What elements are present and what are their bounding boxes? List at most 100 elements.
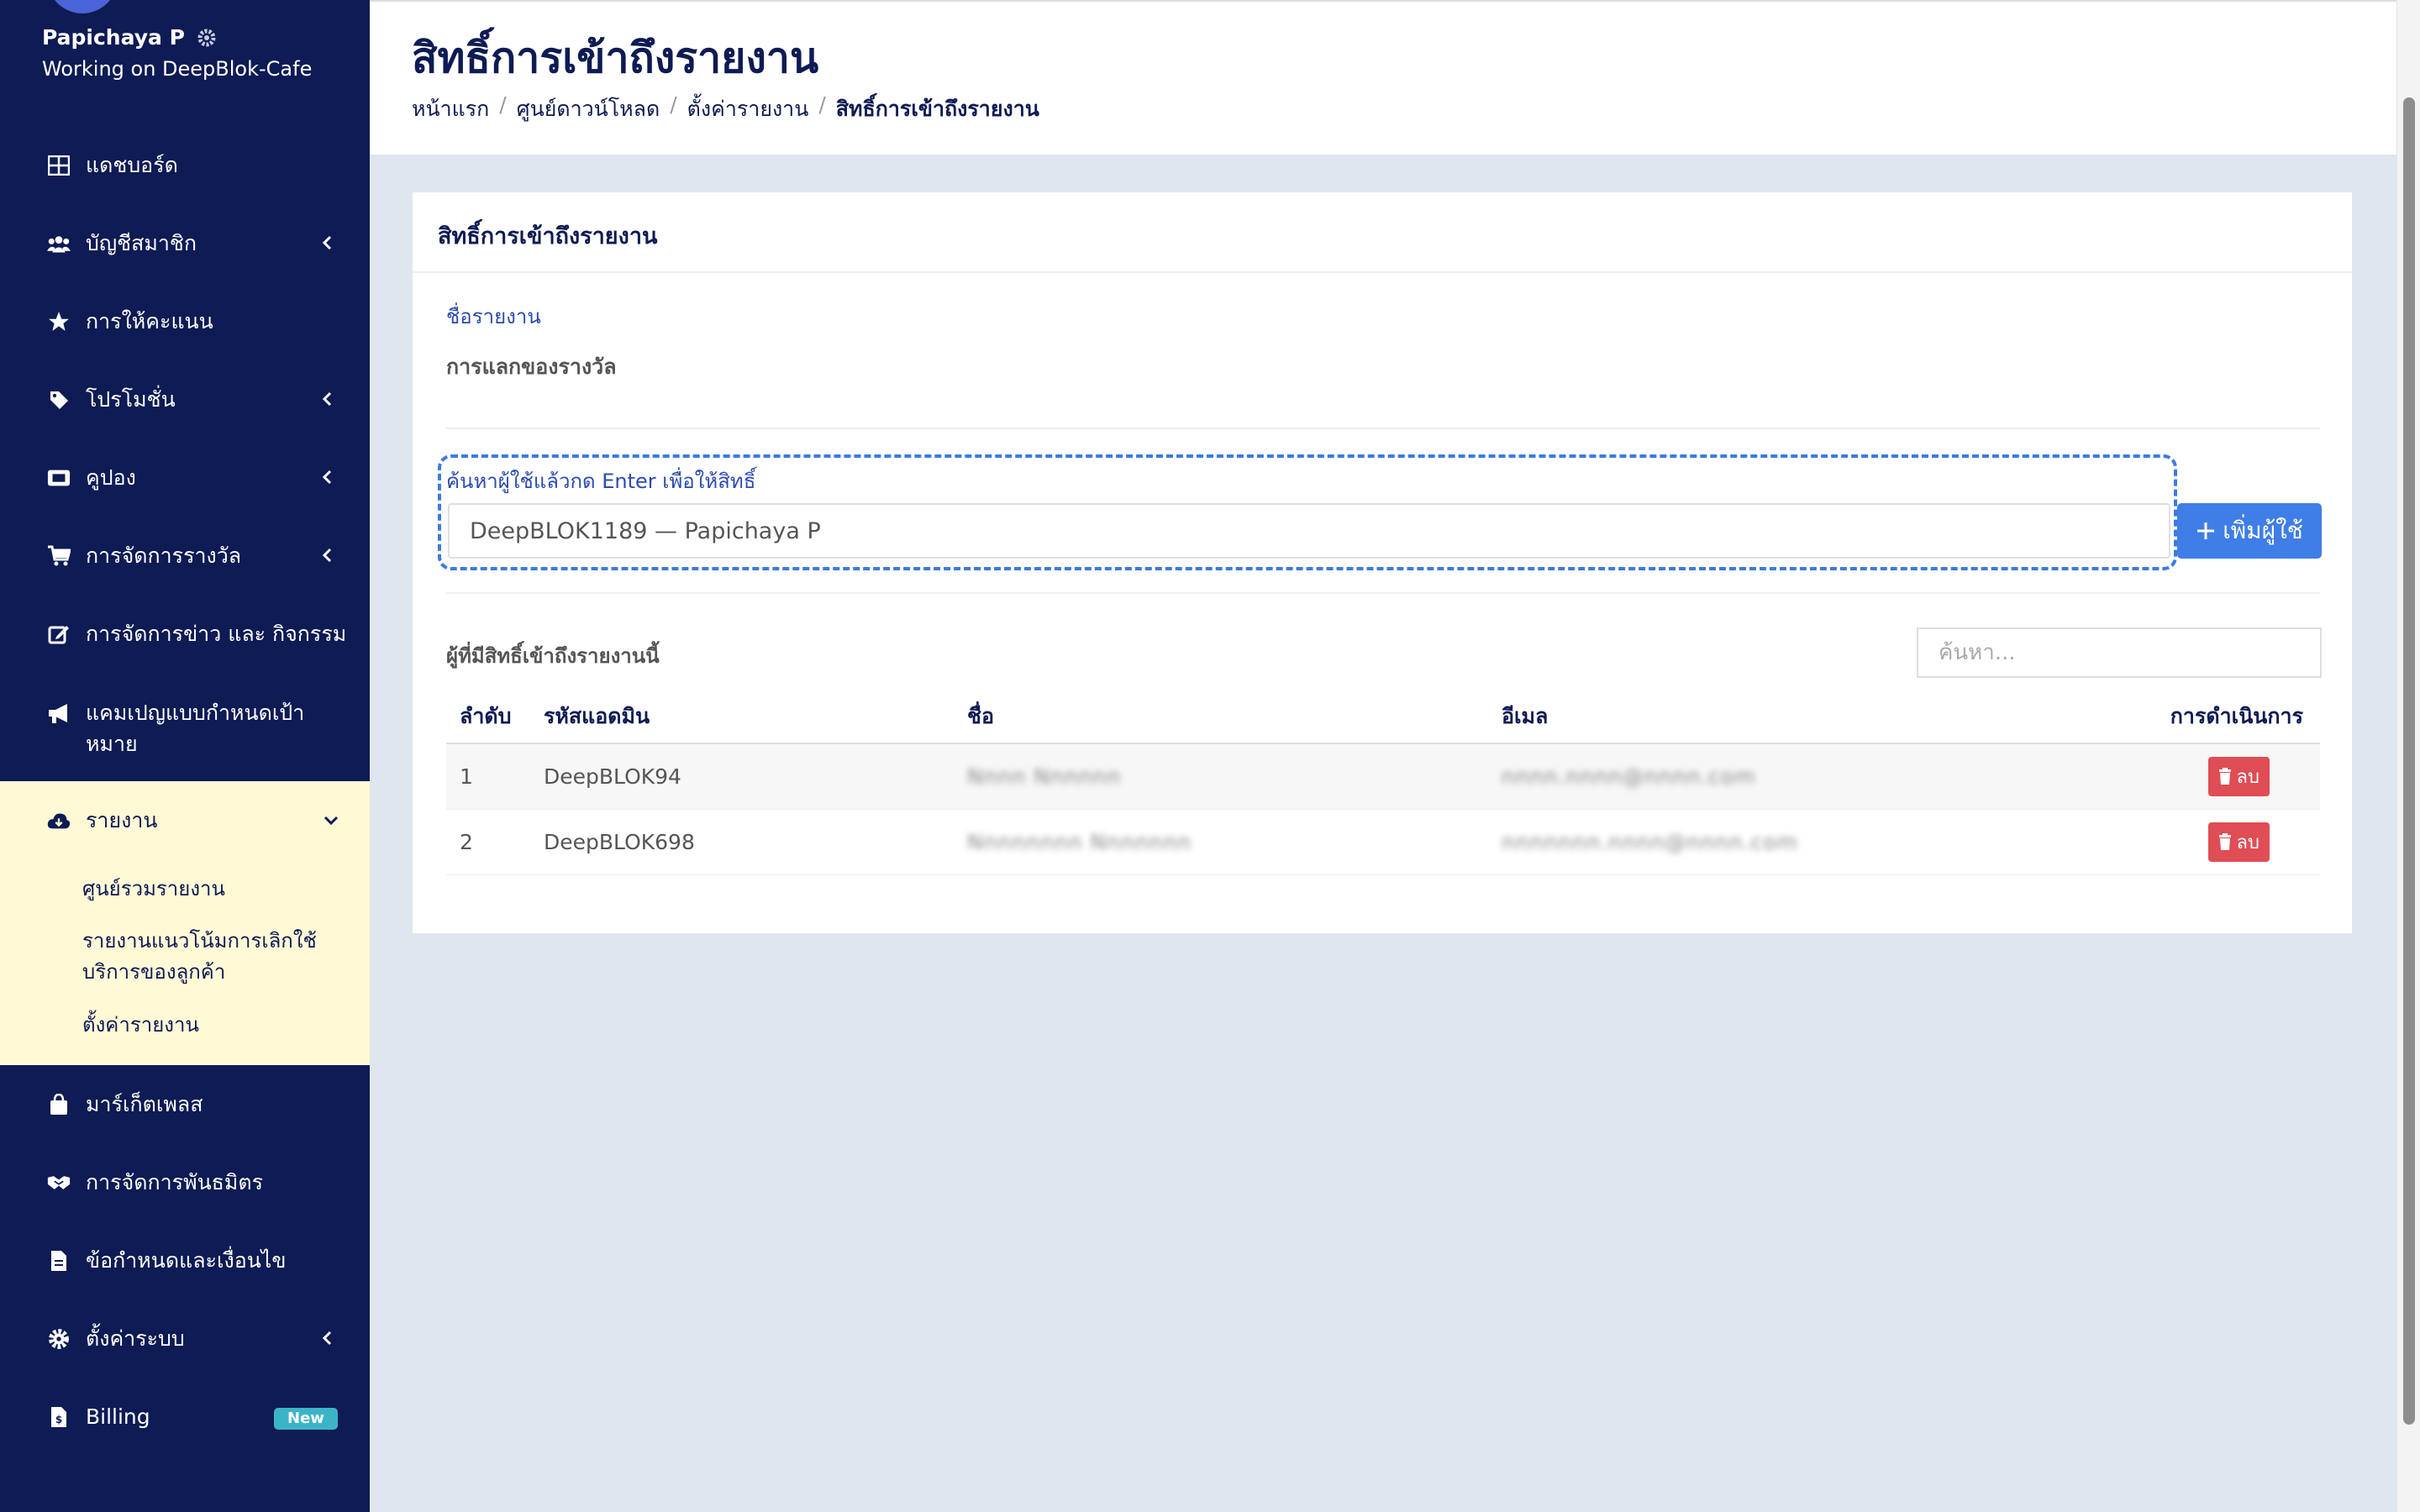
trash-icon <box>2218 833 2231 850</box>
cloud-download-icon <box>47 810 71 832</box>
table-search-input[interactable] <box>1917 627 2322 678</box>
report-name-value: การแลกของรางวัล <box>446 354 617 379</box>
column-header-no[interactable]: ลำดับ <box>446 690 530 744</box>
user-name: Papichaya P <box>42 25 185 50</box>
delete-button[interactable]: ลบ <box>2207 822 2270 862</box>
cell-admin-id: DeepBLOK94 <box>530 743 954 810</box>
add-user-label: เพิ่มผู้ใช้ <box>2223 517 2303 544</box>
svg-text:$: $ <box>55 1414 62 1425</box>
file-icon <box>47 1250 71 1272</box>
cell-email: nnnnnnn.nnnn@nnnn.com <box>1488 809 2026 875</box>
chevron-left-icon <box>322 235 332 250</box>
handshake-icon <box>47 1172 71 1194</box>
sidebar-item-label: การให้คะแนน <box>86 309 213 333</box>
sidebar-item-label: ตั้งค่าระบบ <box>86 1326 185 1351</box>
breadcrumb-download-center[interactable]: ศูนย์ดาวน์โหลด <box>517 92 660 126</box>
cell-actions: ลบ <box>2026 809 2320 875</box>
submenu-item-churn-report[interactable]: รายงานแนวโน้มการเลิกใช้บริการของลูกค้า <box>82 926 334 988</box>
delete-label: ลบ <box>2236 766 2260 788</box>
chevron-left-icon <box>322 470 332 485</box>
bag-icon <box>47 1094 71 1116</box>
chevron-down-icon <box>324 816 339 826</box>
user-name-row: Papichaya P <box>42 25 217 50</box>
report-name-label: ชื่อรายงาน <box>446 305 541 328</box>
scrollbar-thumb[interactable] <box>2403 97 2415 1425</box>
new-badge: New <box>274 1408 338 1430</box>
page-title: สิทธิ์การเข้าถึงรายงาน <box>412 34 819 82</box>
column-header-name[interactable]: ชื่อ <box>954 690 1488 744</box>
add-user-button[interactable]: เพิ่มผู้ใช้ <box>2177 503 2322 559</box>
trash-icon <box>2218 768 2231 785</box>
report-access-card: สิทธิ์การเข้าถึงรายงาน ชื่อรายงาน การแลก… <box>412 192 2353 934</box>
blurred-email: nnnn.nnnn@nnnn.com <box>1502 764 1756 789</box>
sidebar-item-label: บัญชีสมาชิก <box>86 231 197 255</box>
breadcrumb-separator: / <box>818 92 826 117</box>
search-user-label: ค้นหาผู้ใช้แล้วกด Enter เพื่อให้สิทธิ์ <box>446 470 756 493</box>
ticket-icon <box>47 467 71 489</box>
sidebar-item-label: รายงาน <box>86 808 158 832</box>
sidebar-item-label: Billing <box>86 1404 150 1429</box>
table-caption: ผู้ที่มีสิทธิ์เข้าถึงรายงานนี้ <box>446 644 660 668</box>
sidebar-item-label: มาร์เก็ตเพลส <box>86 1092 203 1116</box>
tag-icon <box>47 389 71 411</box>
column-header-email[interactable]: อีเมล <box>1488 690 2026 744</box>
sidebar-item-label: การจัดการรางวัล <box>86 543 242 568</box>
table-row: 1 DeepBLOK94 Nnnn Nnnnnn nnnn.nnnn@nnnn.… <box>446 743 2320 810</box>
edit-icon <box>47 623 71 645</box>
delete-label: ลบ <box>2236 832 2260 853</box>
cell-email: nnnn.nnnn@nnnn.com <box>1488 743 2026 810</box>
avatar[interactable] <box>47 0 118 13</box>
access-table: ลำดับ รหัสแอดมิน ชื่อ อีเมล การดำเนินการ… <box>446 690 2320 875</box>
breadcrumb-current: สิทธิ์การเข้าถึงรายงาน <box>835 97 1039 121</box>
column-header-admin-id[interactable]: รหัสแอดมิน <box>530 690 954 744</box>
cell-actions: ลบ <box>2026 743 2320 810</box>
sidebar-item-label: แคมเปญแบบกำหนดเป้าหมาย <box>86 701 305 756</box>
cell-name: Nnnnnnnn Nnnnnnn <box>954 809 1488 875</box>
breadcrumb-home[interactable]: หน้าแรก <box>412 92 489 126</box>
submenu-item-report-center[interactable]: ศูนย์รวมรายงาน <box>82 874 334 905</box>
card-header: สิทธิ์การเข้าถึงรายงาน <box>413 192 2352 273</box>
star-icon <box>47 311 71 333</box>
chevron-left-icon <box>322 548 332 563</box>
sidebar-item-label: โปรโมชั่น <box>86 387 176 412</box>
megaphone-icon <box>47 702 71 724</box>
sidebar-item-label: ข้อกำหนดและเงื่อนไข <box>86 1248 287 1273</box>
table-header-row: ลำดับ รหัสแอดมิน ชื่อ อีเมล การดำเนินการ <box>446 690 2320 744</box>
submenu-item-report-settings[interactable]: ตั้งค่ารายงาน <box>82 1010 334 1041</box>
chevron-left-icon <box>322 391 332 407</box>
chevron-left-icon <box>322 1331 332 1346</box>
reports-submenu: รายงาน ศูนย์รวมรายงาน รายงานแนวโน้มการเล… <box>0 781 370 1065</box>
divider <box>446 428 2320 429</box>
gear-icon <box>47 1328 71 1350</box>
blurred-name: Nnnnnnnn Nnnnnnn <box>967 829 1192 854</box>
invoice-icon: $ <box>47 1406 71 1428</box>
plus-icon <box>2197 522 2215 539</box>
cell-admin-id: DeepBLOK698 <box>530 809 954 875</box>
breadcrumb: หน้าแรก / ศูนย์ดาวน์โหลด / ตั้งค่ารายงาน… <box>412 92 1039 126</box>
card-title: สิทธิ์การเข้าถึงรายงาน <box>438 223 658 249</box>
breadcrumb-separator: / <box>670 92 677 117</box>
vertical-scrollbar[interactable] <box>2396 0 2420 1512</box>
search-user-input[interactable] <box>448 503 2170 559</box>
sidebar-item-label: การจัดการข่าว และ กิจกรรม <box>86 622 347 646</box>
dashboard-icon <box>47 155 71 176</box>
gear-icon[interactable] <box>197 28 217 48</box>
cell-name: Nnnn Nnnnnn <box>954 743 1488 810</box>
page-header: สิทธิ์การเข้าถึงรายงาน หน้าแรก / ศูนย์ดา… <box>370 0 2396 155</box>
table-row: 2 DeepBLOK698 Nnnnnnnn Nnnnnnn nnnnnnn.n… <box>446 809 2320 875</box>
user-workspace: Working on DeepBlok-Cafe <box>42 57 313 81</box>
cart-icon <box>47 545 71 567</box>
breadcrumb-separator: / <box>499 92 507 117</box>
sidebar-item-label: แดชบอร์ด <box>86 153 178 177</box>
cell-no: 2 <box>446 809 530 875</box>
cell-no: 1 <box>446 743 530 810</box>
blurred-name: Nnnn Nnnnnn <box>967 764 1122 789</box>
delete-button[interactable]: ลบ <box>2207 756 2270 796</box>
users-icon <box>47 233 71 255</box>
breadcrumb-report-settings[interactable]: ตั้งค่ารายงาน <box>687 92 809 126</box>
column-header-actions: การดำเนินการ <box>2026 690 2320 744</box>
sidebar: Papichaya P Working on DeepBlok-Cafe แดช… <box>0 0 370 1512</box>
sidebar-item-label: คูปอง <box>86 465 136 490</box>
sidebar-item-label: การจัดการพันธมิตร <box>86 1170 264 1194</box>
divider <box>446 592 2320 594</box>
